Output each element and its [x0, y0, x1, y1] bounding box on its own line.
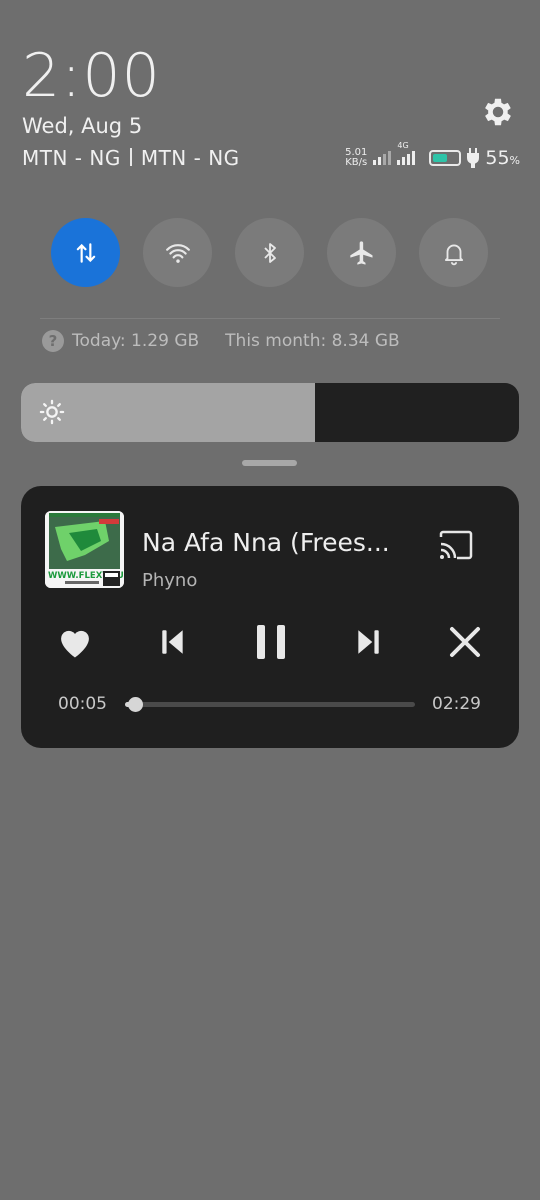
signal-4g-icon: 4G	[397, 141, 416, 165]
song-artist: Phyno	[142, 570, 198, 591]
battery-fill	[433, 154, 447, 162]
airplane-icon	[349, 240, 372, 265]
previous-button[interactable]	[153, 622, 193, 662]
settings-gear-icon[interactable]	[480, 94, 516, 130]
mobile-data-arrows-icon	[76, 242, 95, 263]
status-bar-icons: 5.01 KB/s 4G 55%	[345, 141, 520, 170]
like-button[interactable]	[55, 622, 95, 662]
bluetooth-toggle[interactable]	[235, 218, 304, 287]
song-title[interactable]: Na Afa Nna (Frees...	[142, 528, 427, 557]
brightness-slider[interactable]	[21, 383, 519, 442]
airplane-mode-toggle[interactable]	[327, 218, 396, 287]
data-usage-today: Today: 1.29 GB	[72, 331, 200, 351]
bell-icon	[444, 244, 463, 265]
heart-icon	[61, 630, 89, 658]
close-button[interactable]	[445, 622, 485, 662]
signal-icon	[373, 151, 392, 165]
clock: 2:00	[22, 41, 161, 111]
battery-icon	[429, 150, 462, 166]
next-icon	[358, 630, 379, 654]
carrier-names: MTN - NG MTN - NG	[22, 146, 240, 170]
battery-percent: 55%	[485, 147, 520, 169]
cast-icon[interactable]	[437, 529, 475, 561]
sun-icon	[38, 398, 66, 426]
battery-percent-value: 55	[485, 147, 510, 169]
net-speed: 5.01 KB/s	[345, 148, 367, 168]
date: Wed, Aug 5	[22, 114, 143, 138]
data-usage[interactable]: ? Today: 1.29 GB This month: 8.34 GB	[42, 330, 400, 352]
network-type: 4G	[397, 141, 409, 150]
net-speed-unit: KB/s	[345, 157, 368, 168]
divider	[40, 318, 500, 319]
pause-button[interactable]	[251, 622, 291, 662]
wifi-icon	[165, 243, 190, 263]
close-icon	[450, 627, 480, 657]
pause-icon	[257, 625, 285, 659]
help-icon[interactable]: ?	[42, 330, 64, 352]
bluetooth-icon	[263, 242, 276, 263]
album-art[interactable]: WWW.FLEXYMUSIC	[45, 511, 124, 588]
next-button[interactable]	[348, 622, 388, 662]
time-total: 02:29	[432, 694, 481, 714]
previous-icon	[162, 630, 183, 654]
progress-track[interactable]	[125, 702, 415, 707]
time-elapsed: 00:05	[58, 694, 107, 714]
data-usage-month: This month: 8.34 GB	[225, 331, 400, 351]
carrier-1: MTN - NG	[22, 146, 121, 170]
carrier-separator	[129, 148, 132, 166]
panel-drag-handle[interactable]	[242, 460, 297, 466]
carrier-2: MTN - NG	[140, 146, 240, 170]
charging-bolt-icon	[467, 148, 480, 168]
progress-thumb[interactable]	[127, 697, 143, 712]
wifi-toggle[interactable]	[143, 218, 212, 287]
sound-toggle[interactable]	[419, 218, 488, 287]
mobile-data-toggle[interactable]	[51, 218, 120, 287]
battery-percent-unit: %	[509, 154, 520, 167]
